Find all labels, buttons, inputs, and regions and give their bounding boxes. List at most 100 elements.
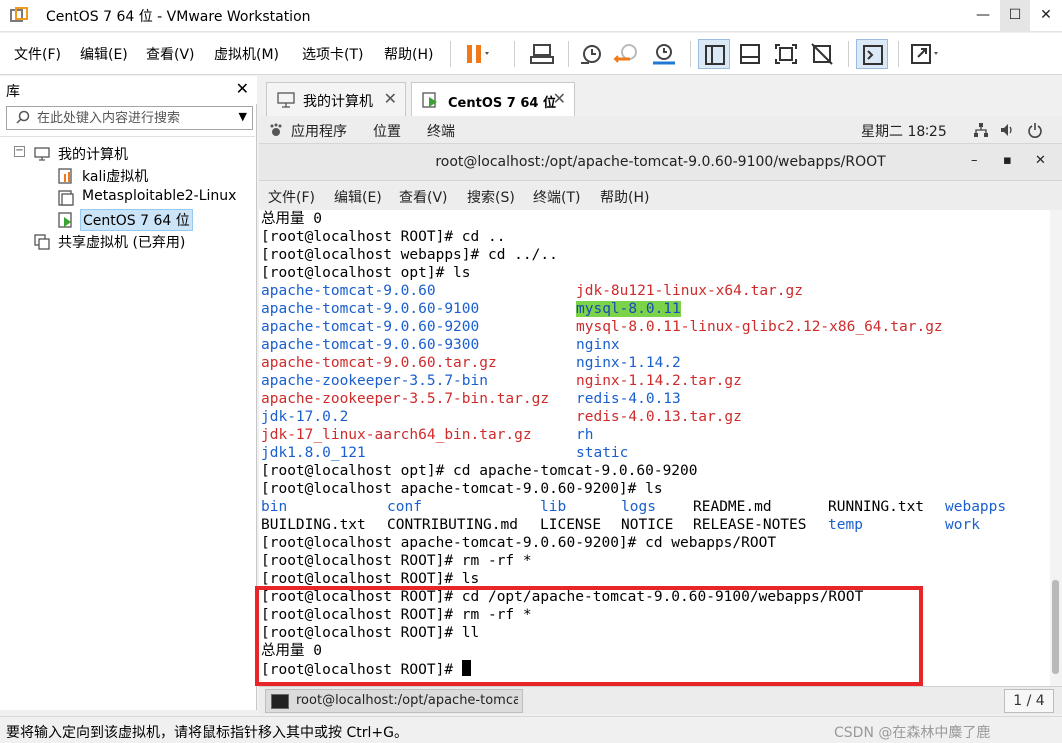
- snapshot-icon[interactable]: [576, 39, 608, 69]
- terminal-minimize-button[interactable]: –: [971, 153, 978, 168]
- vm-tab-strip: 我的计算机 ✕ CentOS 7 64 位 ✕: [259, 76, 1062, 117]
- status-bar: 要将输入定向到该虚拟机，请将鼠标指针移入其中或按 Ctrl+G。 CSDN @在…: [0, 716, 1062, 743]
- gnome-places-menu[interactable]: 位置: [373, 121, 401, 141]
- library-close-icon[interactable]: ✕: [236, 79, 249, 98]
- terminal-menu-view[interactable]: 查看(V): [399, 187, 448, 207]
- toolbar-separator: [450, 41, 451, 67]
- terminal-line: [root@localhost opt]# ls: [261, 265, 471, 281]
- library-search-box[interactable]: ▼: [6, 106, 253, 130]
- stretch-view-icon[interactable]: [906, 39, 938, 69]
- terminal-scrollbar[interactable]: [1050, 210, 1062, 686]
- volume-icon[interactable]: [999, 122, 1015, 138]
- library-search-input[interactable]: [37, 109, 227, 127]
- tab-label: 我的计算机: [303, 94, 373, 110]
- terminal-line: [root@localhost ROOT]# cd ..: [261, 229, 506, 245]
- menu-edit[interactable]: 编辑(E): [80, 44, 128, 64]
- send-ctrl-alt-del-icon[interactable]: [526, 39, 558, 69]
- vm-icon: [58, 190, 74, 206]
- toolbar-separator: [898, 41, 899, 67]
- ls-entry-archive: apache-tomcat-9.0.60.tar.gz: [261, 355, 497, 371]
- terminal-menu-edit[interactable]: 编辑(E): [334, 187, 382, 207]
- unity-icon[interactable]: [806, 39, 838, 69]
- tree-item-label: CentOS 7 64 位: [80, 209, 193, 231]
- tree-collapse-icon[interactable]: −: [14, 146, 25, 157]
- ls-entry-dir: nginx: [576, 337, 620, 353]
- library-panel: 库 ✕ ▼ − 我的计算机 kali虚拟机 Metasploitable2-Li…: [0, 76, 257, 710]
- ls-entry-dir: mysql-8.0.11: [576, 300, 681, 318]
- taskbar-terminal-item[interactable]: root@localhost:/opt/apache-tomcat…: [265, 689, 523, 713]
- vmware-logo-icon: [10, 7, 28, 22]
- tab-my-computer[interactable]: 我的计算机 ✕: [266, 82, 406, 116]
- terminal-icon: [271, 694, 289, 709]
- ls-entry-file: LICENSE: [540, 517, 602, 533]
- tab-centos[interactable]: CentOS 7 64 位 ✕: [411, 82, 575, 117]
- menu-view[interactable]: 查看(V): [146, 44, 195, 64]
- computer-icon: [34, 147, 50, 161]
- terminal-line: 总用量 0: [261, 211, 322, 227]
- terminal-scrollbar-thumb[interactable]: [1052, 580, 1059, 674]
- ls-entry-archive: nginx-1.14.2.tar.gz: [576, 373, 742, 389]
- terminal-line: [root@localhost ROOT]# rm -rf *: [261, 607, 532, 623]
- ls-entry-dir: static: [576, 445, 629, 461]
- ls-entry-archive: apache-zookeeper-3.5.7-bin.tar.gz: [261, 391, 550, 407]
- ls-entry-archive: redis-4.0.13.tar.gz: [576, 409, 742, 425]
- ls-entry-file: README.md: [693, 499, 772, 515]
- terminal-console-icon[interactable]: [856, 39, 888, 69]
- network-icon[interactable]: [973, 122, 989, 138]
- shared-vm-icon: [34, 234, 50, 250]
- tree-item-label: kali虚拟机: [82, 169, 149, 185]
- pause-icon[interactable]: [460, 39, 492, 69]
- power-icon[interactable]: [1027, 122, 1043, 138]
- terminal-menu-search[interactable]: 搜索(S): [467, 187, 515, 207]
- gnome-applications-menu[interactable]: 应用程序: [291, 121, 347, 141]
- ls-entry-dir: conf: [387, 499, 422, 515]
- library-view-icon[interactable]: [698, 39, 730, 69]
- menu-file[interactable]: 文件(F): [14, 44, 61, 64]
- close-button[interactable]: ✕: [1031, 0, 1061, 32]
- terminal-prompt-line[interactable]: [root@localhost ROOT]#: [261, 660, 471, 679]
- ls-entry-file: CONTRIBUTING.md: [387, 517, 518, 533]
- terminal-window-titlebar: root@localhost:/opt/apache-tomcat-9.0.60…: [259, 144, 1062, 181]
- watermark-text: CSDN @在森林中麋了鹿: [834, 725, 991, 741]
- vm-play-icon: [58, 212, 72, 228]
- terminal-menu-help[interactable]: 帮助(H): [600, 187, 649, 207]
- ls-entry-highlighted: mysql-8.0.11: [576, 301, 681, 317]
- terminal-close-button[interactable]: ✕: [1035, 153, 1046, 168]
- tab-close-icon[interactable]: ✕: [384, 89, 397, 108]
- terminal-line: [root@localhost opt]# cd apache-tomcat-9…: [261, 463, 698, 479]
- snapshot-manager-icon[interactable]: [648, 39, 680, 69]
- terminal-menu-terminal[interactable]: 终端(T): [533, 187, 580, 207]
- maximize-button[interactable]: ☐: [1000, 0, 1030, 32]
- toolbar-separator: [848, 41, 849, 67]
- toolbar-separator: [514, 41, 515, 67]
- menu-tabs[interactable]: 选项卡(T): [302, 44, 363, 64]
- ls-entry-dir: lib: [540, 499, 567, 515]
- ls-entry-archive: jdk-17_linux-aarch64_bin.tar.gz: [261, 427, 532, 443]
- chevron-down-icon[interactable]: ▼: [239, 110, 247, 123]
- window-title: CentOS 7 64 位 - VMware Workstation: [46, 9, 311, 25]
- minimize-button[interactable]: —: [968, 0, 998, 32]
- console-view-icon[interactable]: [734, 39, 766, 69]
- gnome-terminal-menu[interactable]: 终端: [427, 121, 455, 141]
- tab-close-icon[interactable]: ✕: [553, 89, 566, 108]
- terminal-line: [root@localhost apache-tomcat-9.0.60-920…: [261, 481, 663, 497]
- terminal-window-title: root@localhost:/opt/apache-tomcat-9.0.60…: [435, 154, 886, 170]
- vm-running-icon: [58, 168, 72, 184]
- terminal-menu-file[interactable]: 文件(F): [268, 187, 315, 207]
- library-title: 库: [6, 84, 20, 100]
- revert-snapshot-icon[interactable]: [612, 39, 644, 69]
- terminal-output[interactable]: 总用量 0 [root@localhost ROOT]# cd .. [root…: [259, 210, 1050, 686]
- ls-entry-dir: jdk1.8.0_121: [261, 445, 366, 461]
- menu-help[interactable]: 帮助(H): [384, 44, 433, 64]
- tab-label: CentOS 7 64 位: [448, 96, 556, 111]
- gnome-clock[interactable]: 星期二 18∶25: [861, 121, 947, 141]
- terminal-maximize-button[interactable]: ▪: [1003, 153, 1012, 168]
- menu-vm[interactable]: 虚拟机(M): [214, 44, 279, 64]
- fullscreen-icon[interactable]: [770, 39, 802, 69]
- ls-entry-file: BUILDING.txt: [261, 517, 366, 533]
- terminal-prompt: [root@localhost ROOT]#: [261, 662, 462, 678]
- search-icon: [16, 110, 30, 124]
- workspace-pager[interactable]: 1 / 4: [1004, 689, 1054, 713]
- ls-entry-dir: logs: [621, 499, 656, 515]
- toolbar-separator: [568, 41, 569, 67]
